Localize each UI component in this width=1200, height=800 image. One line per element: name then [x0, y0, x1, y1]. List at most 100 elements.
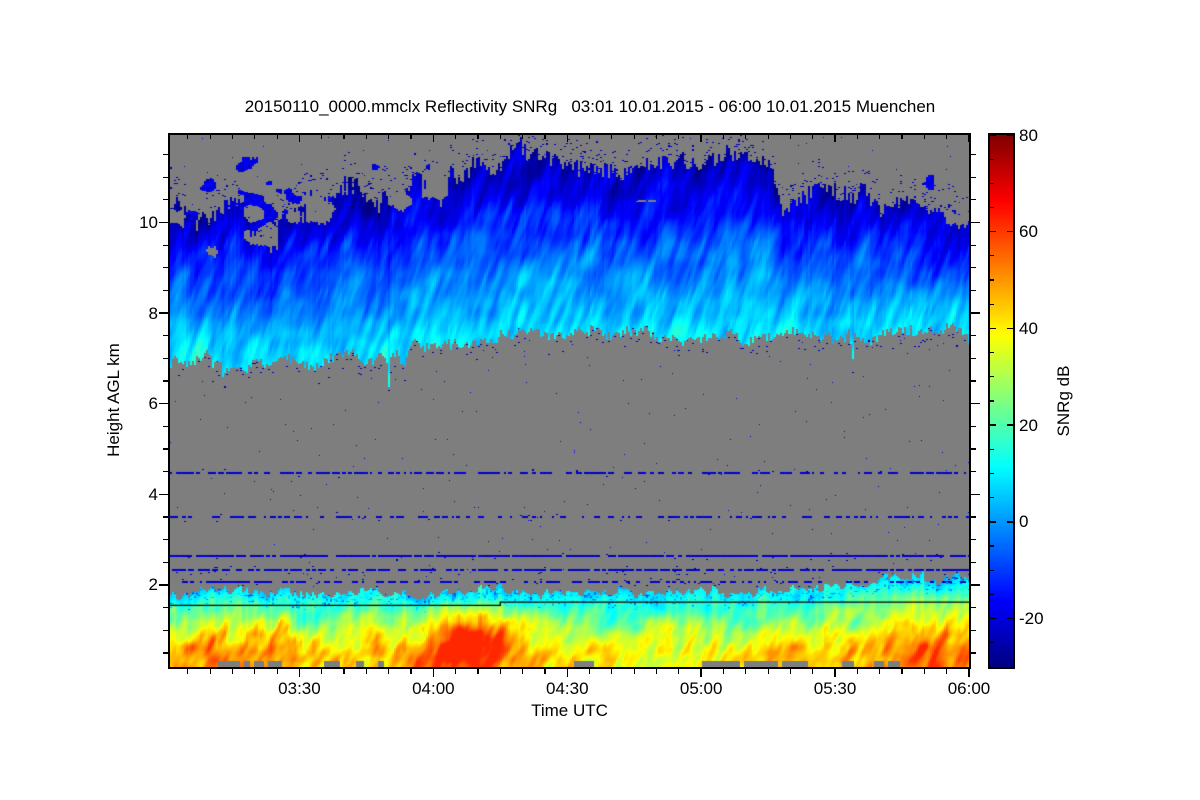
- x-minor-tick: [789, 669, 792, 674]
- y-minor-tick: [163, 448, 168, 450]
- x-top-minor-tick: [410, 135, 412, 139]
- x-top-minor-tick: [343, 135, 345, 139]
- colorbar-tick-label: -20: [1019, 609, 1044, 629]
- x-minor-tick: [321, 669, 323, 674]
- y-right-minor-tick: [971, 244, 976, 246]
- x-minor-tick: [722, 669, 725, 674]
- x-minor-tick: [231, 669, 234, 674]
- x-top-minor-tick: [388, 135, 390, 139]
- colorbar-minor-tick: [990, 472, 994, 475]
- x-top-minor-tick: [231, 135, 234, 139]
- colorbar-minor-tick: [990, 593, 994, 596]
- colorbar-minor-tick: [990, 497, 994, 499]
- x-minor-tick: [544, 669, 546, 674]
- x-top-minor-tick: [209, 135, 211, 139]
- colorbar-axis-label: SNRg dB: [1054, 366, 1135, 437]
- y-minor-tick: [163, 380, 168, 382]
- x-minor-tick: [522, 669, 524, 674]
- y-right-minor-tick: [971, 652, 976, 654]
- y-minor-tick: [163, 561, 168, 563]
- y-minor-tick: [163, 629, 168, 631]
- y-minor-tick: [163, 153, 168, 156]
- x-top-minor-tick: [856, 135, 858, 139]
- x-top-minor-tick: [499, 135, 501, 139]
- colorbar-major-tick: [990, 230, 996, 233]
- x-minor-tick: [477, 669, 479, 674]
- y-right-minor-tick: [971, 176, 976, 178]
- x-top-minor-tick: [812, 135, 814, 139]
- x-top-major-tick: [432, 135, 435, 142]
- x-top-minor-tick: [722, 135, 725, 139]
- x-major-tick: [566, 669, 569, 677]
- y-tick-label: 4: [148, 484, 158, 504]
- colorbar-major-tick: [990, 617, 996, 620]
- colorbar-major-tick: [990, 134, 996, 136]
- colorbar-minor-tick: [990, 182, 994, 184]
- colorbar-minor-tick: [990, 255, 994, 257]
- colorbar-tick-label: 80: [1019, 125, 1038, 145]
- x-top-minor-tick: [187, 135, 189, 139]
- colorbar-major-tick: [990, 327, 996, 330]
- x-axis-label: Time UTC: [531, 701, 608, 720]
- plot-title: 20150110_0000.mmclx Reflectivity SNRg 03…: [244, 97, 936, 116]
- x-minor-tick: [455, 669, 457, 674]
- colorbar-minor-tick: [990, 376, 994, 378]
- y-right-minor-tick: [971, 357, 976, 359]
- y-right-major-tick: [971, 493, 980, 496]
- colorbar-tick-label: 20: [1019, 415, 1038, 435]
- x-top-minor-tick: [276, 135, 278, 139]
- x-minor-tick: [410, 669, 412, 674]
- colorbar-minor-tick: [990, 448, 994, 450]
- y-right-minor-tick: [971, 199, 976, 201]
- x-top-minor-tick: [365, 135, 367, 139]
- y-right-minor-tick: [971, 380, 976, 382]
- colorbar-minor-tick: [990, 303, 994, 305]
- x-major-tick: [298, 669, 301, 677]
- x-top-major-tick: [700, 135, 702, 142]
- colorbar-minor-tick: [990, 400, 994, 402]
- colorbar-major-tick-right: [1007, 617, 1013, 620]
- y-major-tick: [159, 221, 168, 224]
- x-top-minor-tick: [588, 135, 591, 139]
- x-minor-tick: [879, 669, 881, 674]
- x-tick-label: 03:30: [278, 679, 321, 698]
- colorbar-minor-tick: [990, 545, 994, 547]
- y-right-minor-tick: [971, 267, 976, 269]
- x-minor-tick: [388, 669, 390, 674]
- figure-root: 20150110_0000.mmclx Reflectivity SNRg 03…: [0, 0, 1200, 800]
- x-minor-tick: [588, 669, 591, 674]
- x-minor-tick: [343, 669, 345, 674]
- x-minor-tick: [633, 669, 635, 674]
- x-minor-tick: [767, 669, 769, 674]
- colorbar-major-tick-right: [1007, 521, 1013, 523]
- x-tick-label: 05:00: [679, 679, 723, 698]
- x-top-minor-tick: [901, 135, 903, 139]
- x-top-minor-tick: [611, 135, 613, 139]
- y-right-major-tick: [971, 584, 980, 586]
- x-minor-tick: [923, 669, 925, 674]
- y-right-major-tick: [971, 312, 980, 314]
- x-minor-tick: [276, 669, 278, 674]
- x-top-major-tick: [968, 135, 970, 142]
- x-tick-label: 04:30: [545, 679, 589, 698]
- y-minor-tick: [163, 652, 168, 654]
- x-top-minor-tick: [455, 135, 457, 139]
- y-minor-tick: [163, 516, 168, 518]
- x-top-major-tick: [834, 135, 836, 142]
- colorbar-major-tick-right: [1007, 327, 1013, 330]
- y-major-tick: [159, 402, 168, 405]
- x-minor-tick: [187, 669, 189, 674]
- x-top-minor-tick: [321, 135, 323, 139]
- y-right-minor-tick: [971, 425, 976, 427]
- x-minor-tick: [365, 669, 367, 674]
- x-major-tick: [834, 669, 836, 677]
- y-minor-tick: [163, 176, 168, 178]
- y-minor-tick: [163, 357, 168, 359]
- colorbar-minor-tick: [990, 569, 994, 571]
- colorbar-minor-tick: [990, 642, 994, 644]
- x-tick-label: 04:00: [412, 679, 455, 698]
- y-tick-label: 2: [148, 575, 158, 595]
- y-right-minor-tick: [971, 516, 976, 518]
- x-top-minor-tick: [678, 135, 680, 139]
- x-major-tick: [968, 669, 970, 677]
